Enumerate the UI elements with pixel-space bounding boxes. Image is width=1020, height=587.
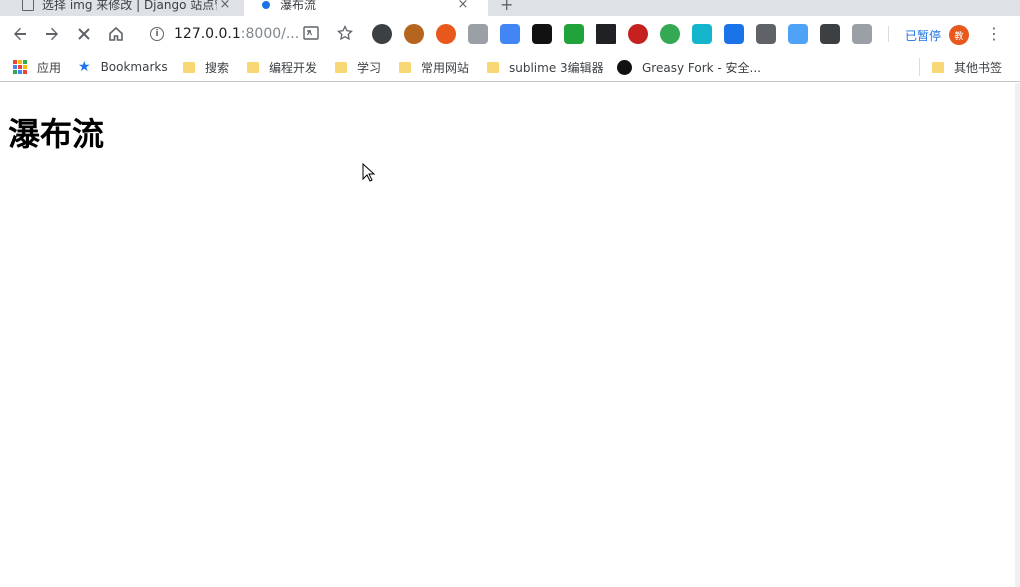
translate-icon[interactable]	[302, 24, 320, 42]
forward-button[interactable]	[36, 18, 68, 50]
info-icon[interactable]: i	[150, 27, 164, 41]
more-menu-icon[interactable]: ⋮	[986, 24, 1002, 44]
avatar: 教	[949, 25, 970, 45]
extensions-row	[372, 24, 872, 44]
browser-toolbar: i 127.0.0.1 :8000/... 已暂停 教 ⋮	[0, 16, 1020, 52]
bookmark-greasyfork[interactable]: Greasy Fork - 安全...	[617, 58, 761, 76]
extension-check-icon[interactable]	[852, 24, 872, 44]
star-icon: ★	[78, 59, 91, 75]
close-icon[interactable]: ×	[217, 0, 233, 12]
extension-infinity-icon[interactable]	[436, 24, 456, 44]
bookmark-folder[interactable]: 搜索	[183, 58, 229, 76]
extension-v-icon[interactable]	[724, 24, 744, 44]
extension-translate-icon[interactable]	[500, 24, 520, 44]
stop-button[interactable]	[68, 18, 100, 50]
extension-m-icon[interactable]	[820, 24, 840, 44]
scrollbar[interactable]	[1015, 83, 1020, 587]
home-icon	[109, 26, 123, 41]
close-icon	[78, 28, 90, 40]
extension-mask-icon[interactable]	[532, 24, 552, 44]
extension-qr-icon[interactable]	[596, 24, 616, 44]
bookmark-label: 学习	[357, 60, 382, 75]
omnibox-actions	[302, 24, 354, 42]
extension-e-icon[interactable]	[372, 24, 392, 44]
star-icon[interactable]	[336, 24, 354, 42]
bookmark-label: Greasy Fork - 安全...	[642, 60, 761, 75]
url-host: 127.0.0.1	[174, 26, 241, 42]
bookmark-label: 常用网站	[421, 60, 470, 75]
bookmark-label: Bookmarks	[100, 60, 168, 74]
bookmark-folder[interactable]: sublime 3编辑器	[487, 58, 604, 76]
back-button[interactable]	[4, 18, 36, 50]
folder-icon	[932, 61, 944, 73]
bookmark-folder[interactable]: 常用网站	[399, 58, 469, 76]
bookmarks-bar: 应用 ★ Bookmarks 搜索 编程开发 学习 常用网站 sublime 3…	[0, 52, 1020, 82]
home-button[interactable]	[100, 18, 132, 50]
apps-icon	[13, 60, 27, 74]
tab-django-admin[interactable]: 选择 img 来修改 | Django 站点管理 ×	[0, 0, 244, 16]
extension-s-icon[interactable]	[468, 24, 488, 44]
paused-label: 已暂停	[905, 28, 942, 43]
profile-button[interactable]: 已暂停 教	[905, 25, 970, 45]
tab-waterfall[interactable]: 瀑布流 ×	[244, 0, 488, 16]
bookmark-label: sublime 3编辑器	[509, 60, 604, 75]
extension-copy-icon[interactable]	[692, 24, 712, 44]
folder-icon	[399, 61, 411, 73]
arrow-right-icon	[46, 27, 58, 41]
bookmark-folder[interactable]: 编程开发	[247, 58, 317, 76]
page-content: 瀑布流	[0, 83, 1020, 587]
loading-icon	[262, 0, 270, 9]
tab-title: 选择 img 来修改 | Django 站点管理	[42, 0, 217, 12]
folder-icon	[183, 61, 195, 73]
bookmarks-divider	[919, 58, 920, 76]
page-icon	[22, 0, 34, 11]
arrow-left-icon	[14, 27, 26, 41]
extension-tampermonkey-icon[interactable]	[404, 24, 424, 44]
extension-shield-icon[interactable]	[564, 24, 584, 44]
folder-icon	[335, 61, 347, 73]
page-title: 瀑布流	[8, 115, 105, 153]
greasyfork-icon	[617, 59, 632, 75]
folder-icon	[487, 61, 499, 73]
bookmark-label: 应用	[37, 60, 62, 75]
mouse-cursor-icon	[362, 163, 376, 182]
tab-title: 瀑布流	[280, 0, 317, 12]
extension-globe-icon[interactable]	[660, 24, 680, 44]
bookmark-label: 编程开发	[269, 60, 318, 75]
new-tab-button[interactable]: +	[500, 0, 513, 14]
toolbar-divider	[888, 26, 889, 42]
bookmark-bookmarks[interactable]: ★ Bookmarks	[78, 58, 168, 76]
bookmark-apps[interactable]: 应用	[13, 58, 61, 76]
bookmark-label: 搜索	[205, 60, 230, 75]
extension-abp-icon[interactable]	[628, 24, 648, 44]
extension-play-icon[interactable]	[788, 24, 808, 44]
bookmark-other[interactable]: 其他书签	[932, 58, 1002, 76]
url-path: :8000/...	[240, 26, 300, 42]
tab-strip: 选择 img 来修改 | Django 站点管理 × 瀑布流 × +	[0, 0, 1020, 16]
bookmark-label: 其他书签	[954, 60, 1003, 75]
extension-en-icon[interactable]	[756, 24, 776, 44]
bookmark-folder[interactable]: 学习	[335, 58, 381, 76]
close-icon[interactable]: ×	[455, 0, 471, 12]
folder-icon	[247, 61, 259, 73]
